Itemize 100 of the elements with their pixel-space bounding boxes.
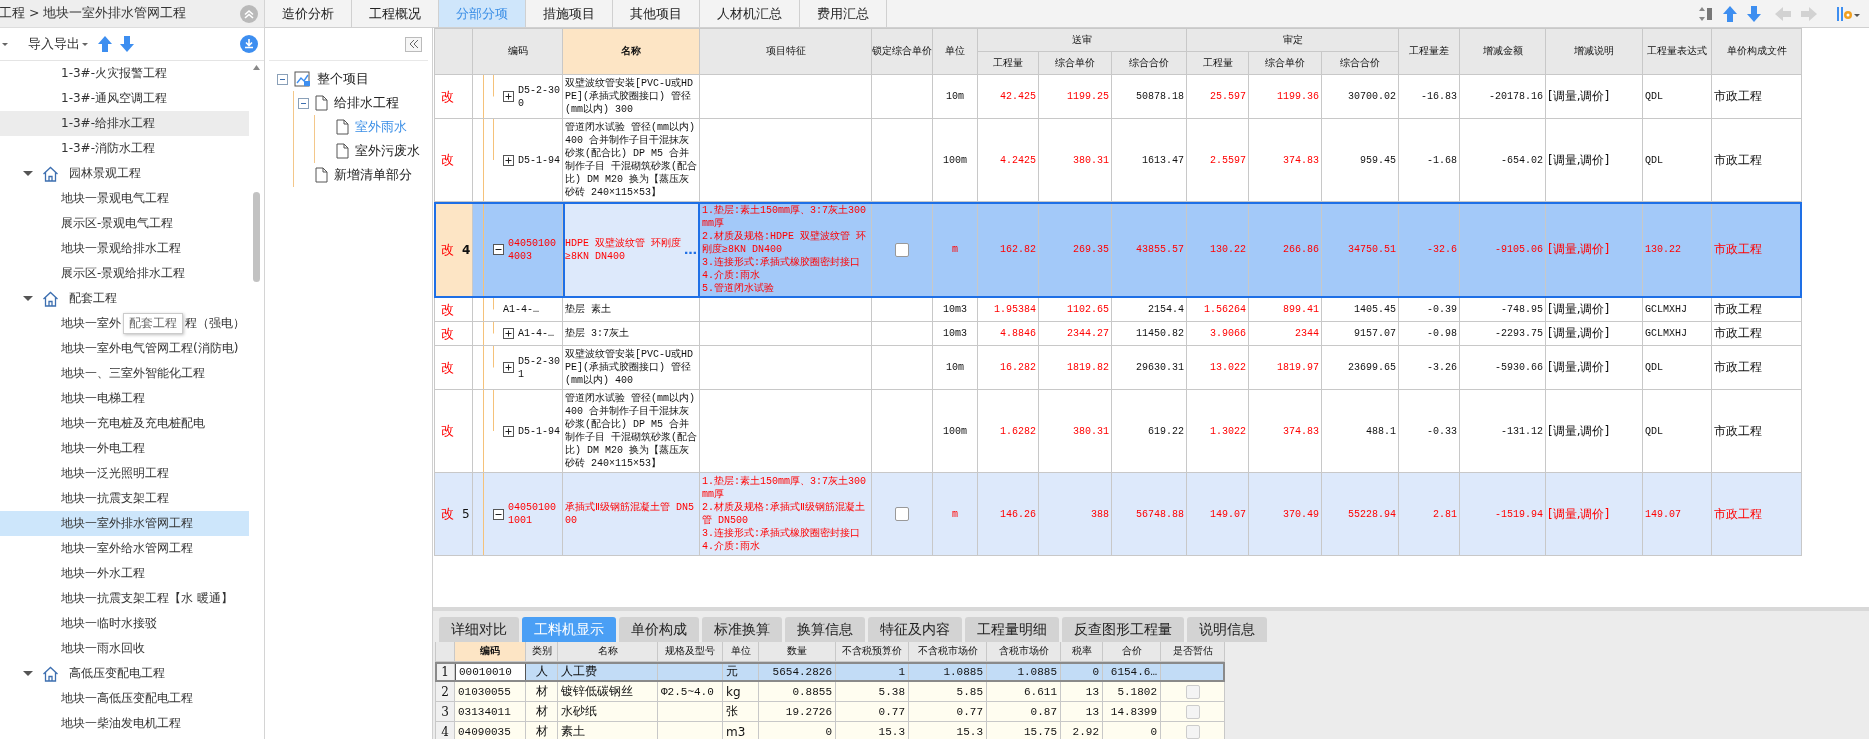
table-row[interactable]: 改 5 040501001001 承插式Ⅱ级钢筋混凝土管 DN500 1.垫层:素土150mm厚、3:7灰土300mm厚 2.材质及规格:承插式Ⅱ级钢筋混凝土管 DN500 3.连接形式:承插式橡胶圈密封接口 4.介质:雨水 m 146.26 388 56748.88 149.07 370.49 55228.94 2.81 -1519.94 [调量,调价] 149.07 市政工程 <box>434 473 1802 556</box>
scroll-up-icon[interactable] <box>252 65 261 70</box>
sidebar-group[interactable]: 配套工程 <box>0 286 249 311</box>
down-arrow-icon[interactable] <box>1747 5 1761 22</box>
edit-button[interactable]: … <box>684 242 697 257</box>
sidebar-item[interactable]: 1-3#-消防水工程 <box>0 136 249 161</box>
expand-arrow-icon[interactable] <box>23 668 33 679</box>
lock-price-checkbox[interactable] <box>895 507 909 521</box>
table-row[interactable]: 改 A1-4-… 垫层 素土 10m3 1.95384 1102.65 2154.4 1.56264 899.41 1405.45 -0.39 -748.95 [调量,调价] GCLMXHJ 市政工程 <box>434 298 1802 322</box>
up-arrow-icon[interactable] <box>98 36 112 52</box>
sidebar-item[interactable]: 地块一雨水回收 <box>0 636 249 661</box>
tree-item[interactable]: 新增清单部分 <box>334 166 412 184</box>
sidebar-item[interactable]: 1-3#-通风空调工程 <box>0 86 249 111</box>
sort-icon[interactable] <box>1699 6 1713 21</box>
sidebar-item[interactable]: 地块一景观给排水工程 <box>0 236 249 261</box>
column-header[interactable]: 增减金额 <box>1460 29 1546 75</box>
scrollbar-thumb[interactable] <box>252 192 261 282</box>
provisional-checkbox[interactable] <box>1185 684 1200 699</box>
column-header[interactable]: 综合合价 <box>1322 52 1399 75</box>
expand-arrow-icon[interactable] <box>23 293 33 304</box>
expand-toggle-icon[interactable] <box>493 508 504 520</box>
sidebar-item[interactable]: 地块一抗震支架工程 <box>0 486 249 511</box>
column-header[interactable]: 工程量 <box>978 52 1039 75</box>
column-header[interactable]: 合价 <box>1103 642 1161 662</box>
column-header[interactable]: 税率 <box>1061 642 1103 662</box>
column-header[interactable]: 编码 <box>473 29 563 75</box>
sidebar-item[interactable]: 地块一临时水接驳 <box>0 611 249 636</box>
sidebar-item[interactable]: 地块一外水工程 <box>0 561 249 586</box>
column-header[interactable]: 数量 <box>759 642 836 662</box>
caret-icon[interactable] <box>2 42 8 46</box>
column-header[interactable]: 工程量 <box>1187 52 1249 75</box>
provisional-checkbox[interactable] <box>1185 704 1200 719</box>
column-settings-icon[interactable] <box>1837 5 1861 22</box>
column-header[interactable]: 综合单价 <box>1039 52 1112 75</box>
sidebar-item[interactable]: 1-3#-给排水工程 <box>0 111 249 136</box>
column-header[interactable]: 类别 <box>526 642 558 662</box>
down-arrow-icon[interactable] <box>120 36 134 52</box>
column-header[interactable]: 编码 <box>455 642 526 662</box>
sidebar-item[interactable]: 1-3#-火灾报警工程 <box>0 61 249 86</box>
up-arrow-icon[interactable] <box>1723 5 1737 22</box>
sidebar-item[interactable]: 展示区-景观电气工程 <box>0 211 249 236</box>
column-header[interactable]: 项目特征 <box>700 29 872 75</box>
expand-toggle-icon[interactable] <box>503 328 514 339</box>
sidebar-group[interactable]: 高低压变配电工程 <box>0 661 249 686</box>
tab[interactable]: 反查图形工程量 <box>1062 617 1184 642</box>
tab[interactable]: 特征及内容 <box>868 617 962 642</box>
tab[interactable]: 单价构成 <box>619 617 699 642</box>
tree-item[interactable]: 给排水工程 <box>334 94 399 112</box>
download-icon[interactable] <box>240 35 258 53</box>
tab[interactable]: 标准换算 <box>702 617 782 642</box>
column-header[interactable]: 是否暂估 <box>1161 642 1225 662</box>
sidebar-item[interactable]: 地块一电梯工程 <box>0 386 249 411</box>
table-row[interactable]: 3 03134011 材 水砂纸 张 19.2726 0.77 0.77 0.87 13 14.8399 <box>435 702 1225 722</box>
column-header[interactable]: 工程量表达式 <box>1643 29 1712 75</box>
tab[interactable]: 工程量明细 <box>965 617 1059 642</box>
expand-toggle-icon[interactable] <box>503 362 514 373</box>
lock-price-checkbox[interactable] <box>895 242 909 257</box>
sidebar-item[interactable]: 地块一抗震支架工程【水 暖通】 <box>0 586 249 611</box>
column-header[interactable]: 综合合价 <box>1112 52 1187 75</box>
sidebar-item[interactable]: 地块一泛光照明工程 <box>0 461 249 486</box>
column-header[interactable]: 单价构成文件 <box>1712 29 1802 75</box>
expand-toggle-icon[interactable] <box>503 154 514 166</box>
sidebar-item[interactable]: 地块一室外给水管网工程 <box>0 536 249 561</box>
column-header[interactable]: 单位 <box>933 29 978 75</box>
expand-toggle-icon[interactable] <box>503 91 514 102</box>
table-row[interactable]: 2 01030055 材 镀锌低碳钢丝 Φ2.5~4.0 kg 0.8855 5.38 5.85 6.611 13 5.1802 <box>435 682 1225 702</box>
sidebar-item[interactable]: 地块一外电工程 <box>0 436 249 461</box>
import-export-menu[interactable]: 导入导出 <box>26 35 90 53</box>
sidebar-item[interactable]: 地块一、三室外智能化工程 <box>0 361 249 386</box>
column-header[interactable]: 单位 <box>723 642 759 662</box>
collapse-panel-button[interactable] <box>405 36 422 52</box>
column-header[interactable]: 锁定综合单价 <box>872 29 933 75</box>
tree-item[interactable]: 室外雨水 <box>355 118 407 136</box>
sidebar-item[interactable]: 地块一室外排水管网工程 <box>0 511 249 536</box>
collapse-toggle-icon[interactable] <box>298 97 309 109</box>
sidebar-item[interactable]: 地块一室外电气管网工程(消防电) <box>0 336 249 361</box>
expand-toggle-icon[interactable] <box>493 244 504 255</box>
column-header[interactable]: 增减说明 <box>1546 29 1643 75</box>
sidebar-item[interactable]: 地块一景观电气工程 <box>0 186 249 211</box>
column-header[interactable]: 规格及型号 <box>658 642 723 662</box>
column-header[interactable]: 含税市场价 <box>987 642 1061 662</box>
collapse-toggle-icon[interactable] <box>277 73 288 85</box>
sidebar-item[interactable]: 地块一高低压变配电工程 <box>0 686 249 711</box>
sidebar-item[interactable]: 地块一柴油发电机工程 <box>0 711 249 736</box>
sidebar-item[interactable]: 展示区-景观给排水工程 <box>0 261 249 286</box>
tree-item[interactable]: 整个项目 <box>317 70 369 88</box>
tab[interactable]: 说明信息 <box>1187 617 1267 642</box>
tab[interactable]: 详细对比 <box>439 617 519 642</box>
sidebar-item[interactable]: 地块一充电桩及充电桩配电 <box>0 411 249 436</box>
expand-arrow-icon[interactable] <box>23 168 33 179</box>
tab[interactable]: 换算信息 <box>785 617 865 642</box>
expand-toggle-icon[interactable] <box>503 425 514 437</box>
column-header[interactable]: 不含税市场价 <box>909 642 987 662</box>
sidebar-item[interactable]: 地块一室外 配套工程 程（强电） <box>0 311 249 336</box>
table-row[interactable]: 4 04090035 材 素土 m3 0 15.3 15.3 15.75 2.92 0 <box>435 722 1225 739</box>
table-row[interactable] <box>434 202 1802 298</box>
sidebar-group[interactable]: 园林景观工程 <box>0 161 249 186</box>
column-header[interactable]: 综合单价 <box>1249 52 1322 75</box>
column-header[interactable]: 不含税预算价 <box>836 642 909 662</box>
column-header[interactable]: 工程量差 <box>1399 29 1460 75</box>
